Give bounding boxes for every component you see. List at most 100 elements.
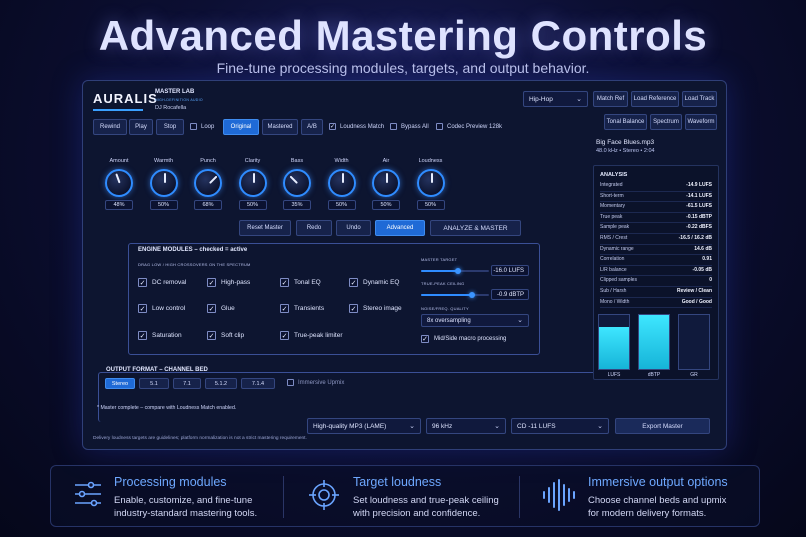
knob-clarity[interactable]	[238, 169, 267, 197]
chevron-down-icon: ⌄	[494, 423, 500, 430]
chevron-down-icon: ⌄	[576, 96, 582, 103]
meter-label: LUFS	[607, 372, 621, 378]
knob-pointer	[289, 175, 298, 184]
module-checkbox[interactable]: ✓ Low control	[138, 304, 185, 313]
module-checkbox[interactable]: ✓ Tonal EQ	[280, 278, 321, 287]
module-checkbox[interactable]: ✓ Glue	[207, 304, 235, 313]
knob-loudness[interactable]	[416, 169, 445, 197]
feature-desc-immersive-2: for modern delivery formats.	[588, 508, 707, 519]
knob-value[interactable]: 50%	[416, 200, 445, 210]
original-button[interactable]: Original	[223, 119, 259, 135]
bypass-all-checkbox[interactable]: Bypass All	[390, 123, 429, 130]
format-option[interactable]: Stereo	[105, 378, 135, 389]
module-checkbox[interactable]: ✓ Dynamic EQ	[349, 278, 399, 287]
export-codec-select[interactable]: High-quality MP3 (LAME) ⌄	[307, 418, 421, 434]
format-option[interactable]: 7.1	[173, 378, 201, 389]
midside-checkbox[interactable]: ✓ Mid/Side macro processing	[421, 335, 506, 343]
master-target-value[interactable]: -16.0 LUFS	[491, 265, 529, 276]
feature-desc-processing-2: industry-standard mastering tools.	[114, 508, 258, 519]
checkbox-box	[436, 123, 443, 130]
check-icon: ✓	[280, 331, 289, 340]
check-icon: ✓	[349, 304, 358, 313]
codec-preview-checkbox[interactable]: Codec Preview 128k	[436, 123, 502, 130]
true-peak-slider-thumb[interactable]	[469, 292, 475, 298]
immersive-upmix-checkbox[interactable]: Immersive Upmix	[287, 379, 344, 386]
reset-master-button[interactable]: Reset Master	[239, 220, 291, 236]
module-checkbox[interactable]: ✓ Stereo image	[349, 304, 402, 313]
analysis-divider	[600, 232, 712, 234]
check-icon: ✓	[280, 304, 289, 313]
knob-value[interactable]: 50%	[327, 200, 356, 210]
waveform-tab[interactable]: Waveform	[685, 114, 717, 130]
status-message: * Master complete – compare with Loudnes…	[97, 405, 237, 411]
analysis-value: Good / Good	[681, 298, 712, 305]
load-reference-button[interactable]: Load Reference	[631, 91, 679, 107]
rewind-button[interactable]: Rewind	[93, 119, 127, 135]
analysis-divider	[600, 243, 712, 245]
module-label: High-pass	[221, 279, 251, 286]
analysis-row: Momentary -61.5 LUFS	[600, 203, 712, 209]
checkbox-box	[190, 123, 197, 130]
ab-button[interactable]: A/B	[301, 119, 323, 135]
format-option[interactable]: 5.1.2	[205, 378, 237, 389]
knob-pointer	[115, 173, 121, 184]
module-checkbox[interactable]: ✓ DC removal	[138, 278, 186, 287]
export-rate-select[interactable]: 96 kHz ⌄	[426, 418, 506, 434]
knob-pointer	[386, 173, 388, 183]
undo-button[interactable]: Undo	[336, 220, 371, 236]
format-option[interactable]: 7.1.4	[241, 378, 275, 389]
check-icon: ✓	[207, 278, 216, 287]
advanced-button[interactable]: Advanced	[375, 220, 425, 236]
knob-value[interactable]: 68%	[194, 200, 222, 210]
export-target-select[interactable]: CD -11 LUFS ⌄	[511, 418, 609, 434]
analysis-divider	[600, 254, 712, 256]
knob-warmth[interactable]	[149, 169, 178, 197]
genre-select[interactable]: Hip-Hop ⌄	[523, 91, 588, 107]
spectrum-tab[interactable]: Spectrum	[650, 114, 682, 130]
analysis-value: -14.9 LUFS	[686, 182, 712, 188]
analysis-value: -0.05 dB	[692, 266, 712, 273]
knob-air[interactable]	[372, 169, 400, 197]
oversampling-select[interactable]: 8x oversampling ⌄	[421, 314, 529, 327]
knob-punch[interactable]	[194, 169, 222, 197]
hero-title: Advanced Mastering Controls	[98, 12, 708, 59]
play-button[interactable]: Play	[129, 119, 153, 135]
project-title: MASTER LAB	[155, 89, 195, 95]
knob-width[interactable]	[327, 169, 356, 197]
module-checkbox[interactable]: ✓ Saturation	[138, 331, 182, 340]
redo-button[interactable]: Redo	[296, 220, 332, 236]
loudness-match-checkbox[interactable]: ✓ Loudness Match	[329, 123, 384, 130]
knob-value[interactable]: 50%	[372, 200, 400, 210]
loop-checkbox[interactable]: Loop	[190, 123, 214, 130]
knob-value[interactable]: 50%	[238, 200, 267, 210]
app-window: AURALIS MASTER LAB HIGH-DEFINITION AUDIO…	[82, 80, 727, 450]
knob-value[interactable]: 35%	[283, 200, 311, 210]
analysis-row: Short-term -14.1 LUFS	[600, 193, 712, 199]
analyze-master-button[interactable]: ANALYZE & MASTER	[430, 220, 521, 236]
module-checkbox[interactable]: ✓ True-peak limiter	[280, 331, 343, 340]
mastered-button[interactable]: Mastered	[262, 119, 298, 135]
knob-pointer	[163, 173, 166, 183]
loudness-match-label: Loudness Match	[340, 123, 385, 130]
match-ref-button[interactable]: Match Ref	[593, 91, 628, 107]
true-peak-slider-fill	[421, 294, 472, 296]
format-option[interactable]: 5.1	[139, 378, 169, 389]
knob-bass[interactable]	[283, 169, 311, 197]
check-icon: ✓	[207, 304, 216, 313]
analysis-value: Review / Clean	[676, 288, 712, 294]
knob-label: Warmth	[153, 158, 174, 164]
export-master-button[interactable]: Export Master	[615, 418, 710, 434]
module-checkbox[interactable]: ✓ High-pass	[207, 278, 250, 287]
analysis-label: Short-term	[600, 192, 624, 199]
load-track-button[interactable]: Load Track	[682, 91, 717, 107]
analysis-row: Mono / Width Good / Good	[600, 299, 712, 305]
true-peak-value[interactable]: -0.9 dBTP	[491, 289, 529, 300]
tonal-balance-tab[interactable]: Tonal Balance	[604, 114, 647, 130]
knob-amount[interactable]	[105, 169, 133, 197]
module-checkbox[interactable]: ✓ Soft clip	[207, 331, 244, 340]
knob-value[interactable]: 50%	[149, 200, 178, 210]
module-label: Soft clip	[221, 332, 245, 339]
knob-value[interactable]: 48%	[105, 200, 133, 210]
module-checkbox[interactable]: ✓ Transients	[280, 304, 324, 313]
stop-button[interactable]: Stop	[156, 119, 184, 135]
